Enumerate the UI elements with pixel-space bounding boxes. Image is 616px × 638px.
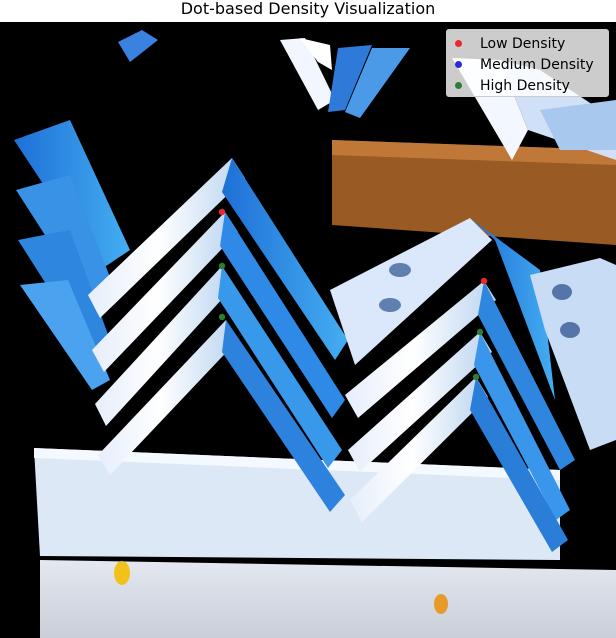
point-high-density-3 xyxy=(476,328,484,336)
legend-marker-low-density xyxy=(455,40,462,47)
legend: Low Density Medium Density High Density xyxy=(446,29,609,97)
figure: Dot-based Density Visualization Low Dens… xyxy=(0,0,616,638)
point-high-density-1 xyxy=(218,262,226,270)
legend-item-medium-density: Medium Density xyxy=(455,54,608,75)
point-high-density-4 xyxy=(472,373,480,381)
background-photo xyxy=(0,22,616,638)
point-low-density-2 xyxy=(480,277,488,285)
legend-marker-high-density xyxy=(455,82,462,89)
legend-label-high-density: High Density xyxy=(480,77,570,94)
legend-item-low-density: Low Density xyxy=(455,33,608,54)
legend-marker-medium-density xyxy=(455,61,462,68)
legend-label-low-density: Low Density xyxy=(480,35,566,52)
point-high-density-2 xyxy=(218,313,226,321)
legend-label-medium-density: Medium Density xyxy=(480,56,594,73)
point-low-density-1 xyxy=(218,208,226,216)
legend-item-high-density: High Density xyxy=(455,75,608,96)
